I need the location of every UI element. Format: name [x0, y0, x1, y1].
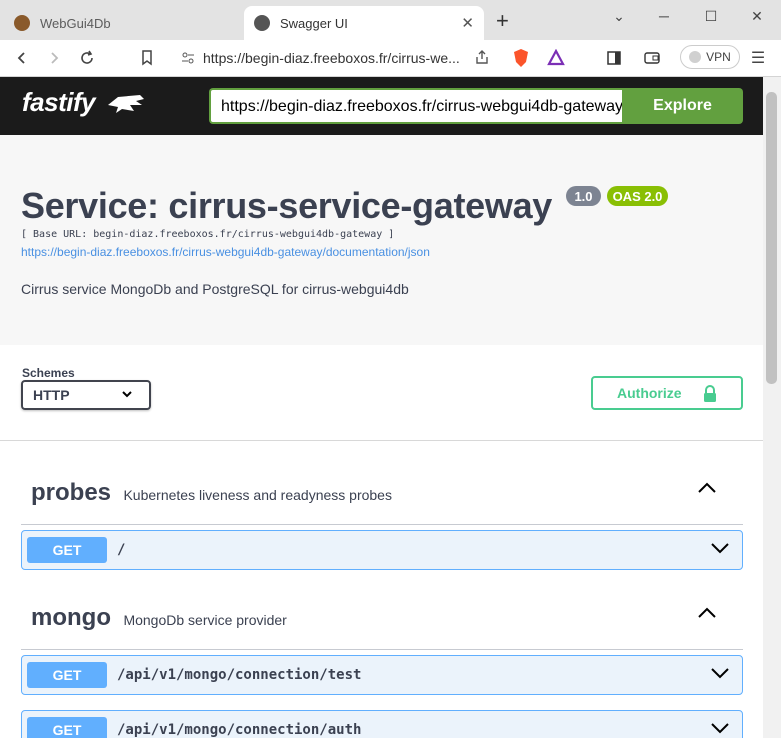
scrollbar-thumb[interactable] — [766, 92, 777, 384]
tag-underline — [21, 649, 743, 650]
schemes-select[interactable]: HTTP — [21, 380, 151, 410]
bookmark-icon[interactable] — [136, 47, 158, 69]
operation-get-connection-test[interactable]: GET /api/v1/mongo/connection/test — [21, 655, 743, 695]
method-badge: GET — [27, 537, 107, 563]
bear-icon — [14, 15, 30, 31]
close-tab-icon[interactable]: ✕ — [461, 14, 474, 32]
brave-shields-icon[interactable] — [512, 48, 530, 71]
tab-title: WebGui4Db — [40, 15, 111, 31]
tab-webgui4db[interactable]: WebGui4Db — [8, 6, 234, 40]
share-icon[interactable] — [474, 49, 490, 68]
info-section — [0, 135, 763, 345]
schemes-label: Schemes — [22, 366, 75, 380]
chevron-down-icon — [121, 388, 133, 403]
brave-rewards-icon[interactable] — [547, 48, 565, 70]
swagger-icon — [254, 15, 270, 31]
tag-underline — [21, 524, 743, 525]
lock-icon — [703, 385, 717, 406]
cheetah-icon — [107, 95, 144, 114]
operation-get-root[interactable]: GET / — [21, 530, 743, 570]
tab-title: Swagger UI — [280, 15, 348, 31]
reload-icon[interactable] — [76, 47, 98, 69]
chevron-up-icon[interactable] — [697, 481, 717, 499]
authorize-button[interactable]: Authorize — [591, 376, 743, 410]
chevron-down-icon[interactable] — [710, 666, 730, 685]
oas-badge: OAS 2.0 — [607, 186, 668, 206]
minimize-icon[interactable]: ─ — [652, 6, 676, 26]
operation-get-connection-auth[interactable]: GET /api/v1/mongo/connection/auth — [21, 710, 743, 738]
tag-description: MongoDb service provider — [123, 612, 287, 628]
vpn-icon — [689, 51, 702, 63]
back-icon[interactable] — [11, 47, 33, 69]
url-text: https://begin-diaz.freeboxos.fr/cirrus-w… — [203, 50, 460, 66]
doc-link[interactable]: https://begin-diaz.freeboxos.fr/cirrus-w… — [21, 245, 430, 259]
chevron-down-icon[interactable] — [710, 541, 730, 560]
tag-name: probes — [31, 479, 112, 506]
close-window-icon[interactable]: ✕ — [745, 6, 769, 26]
method-badge: GET — [27, 717, 107, 738]
section-divider — [0, 440, 763, 441]
tag-description: Kubernetes liveness and readyness probes — [123, 487, 392, 503]
chevron-up-icon[interactable] — [697, 606, 717, 624]
sidebar-icon[interactable] — [603, 47, 625, 69]
menu-icon[interactable]: ☰ — [747, 47, 769, 69]
spec-url-input[interactable]: https://begin-diaz.freeboxos.fr/cirrus-w… — [209, 88, 622, 124]
fastify-logo: fastify — [22, 87, 146, 118]
tag-header-mongo[interactable]: mongo MongoDb service provider — [31, 604, 287, 632]
new-tab-icon[interactable]: + — [496, 10, 509, 32]
maximize-icon[interactable]: ☐ — [699, 6, 723, 26]
version-badge: 1.0 — [566, 186, 601, 206]
tag-header-probes[interactable]: probes Kubernetes liveness and readyness… — [31, 479, 392, 507]
operation-path: /api/v1/mongo/connection/auth — [117, 722, 362, 738]
forward-icon[interactable] — [43, 47, 65, 69]
tab-list-chevron-icon[interactable]: ⌄ — [607, 6, 631, 26]
operation-path: /api/v1/mongo/connection/test — [117, 667, 362, 683]
tag-name: mongo — [31, 604, 111, 631]
page-viewport: fastify https://begin-diaz.freeboxos.fr/… — [0, 77, 763, 738]
site-settings-icon[interactable] — [180, 50, 196, 69]
method-badge: GET — [27, 662, 107, 688]
page-title: Service: cirrus-service-gateway — [21, 185, 553, 226]
base-url: [ Base URL: begin-diaz.freeboxos.fr/cirr… — [21, 229, 395, 240]
wallet-icon[interactable] — [641, 47, 663, 69]
address-bar[interactable]: https://begin-diaz.freeboxos.fr/cirrus-w… — [170, 44, 572, 72]
vpn-button[interactable]: VPN — [680, 45, 740, 69]
explore-button[interactable]: Explore — [622, 88, 743, 124]
chevron-down-icon[interactable] — [710, 721, 730, 738]
tab-swagger-ui[interactable]: Swagger UI ✕ — [244, 6, 484, 40]
operation-path: / — [117, 542, 126, 558]
service-description: Cirrus service MongoDb and PostgreSQL fo… — [21, 281, 409, 297]
